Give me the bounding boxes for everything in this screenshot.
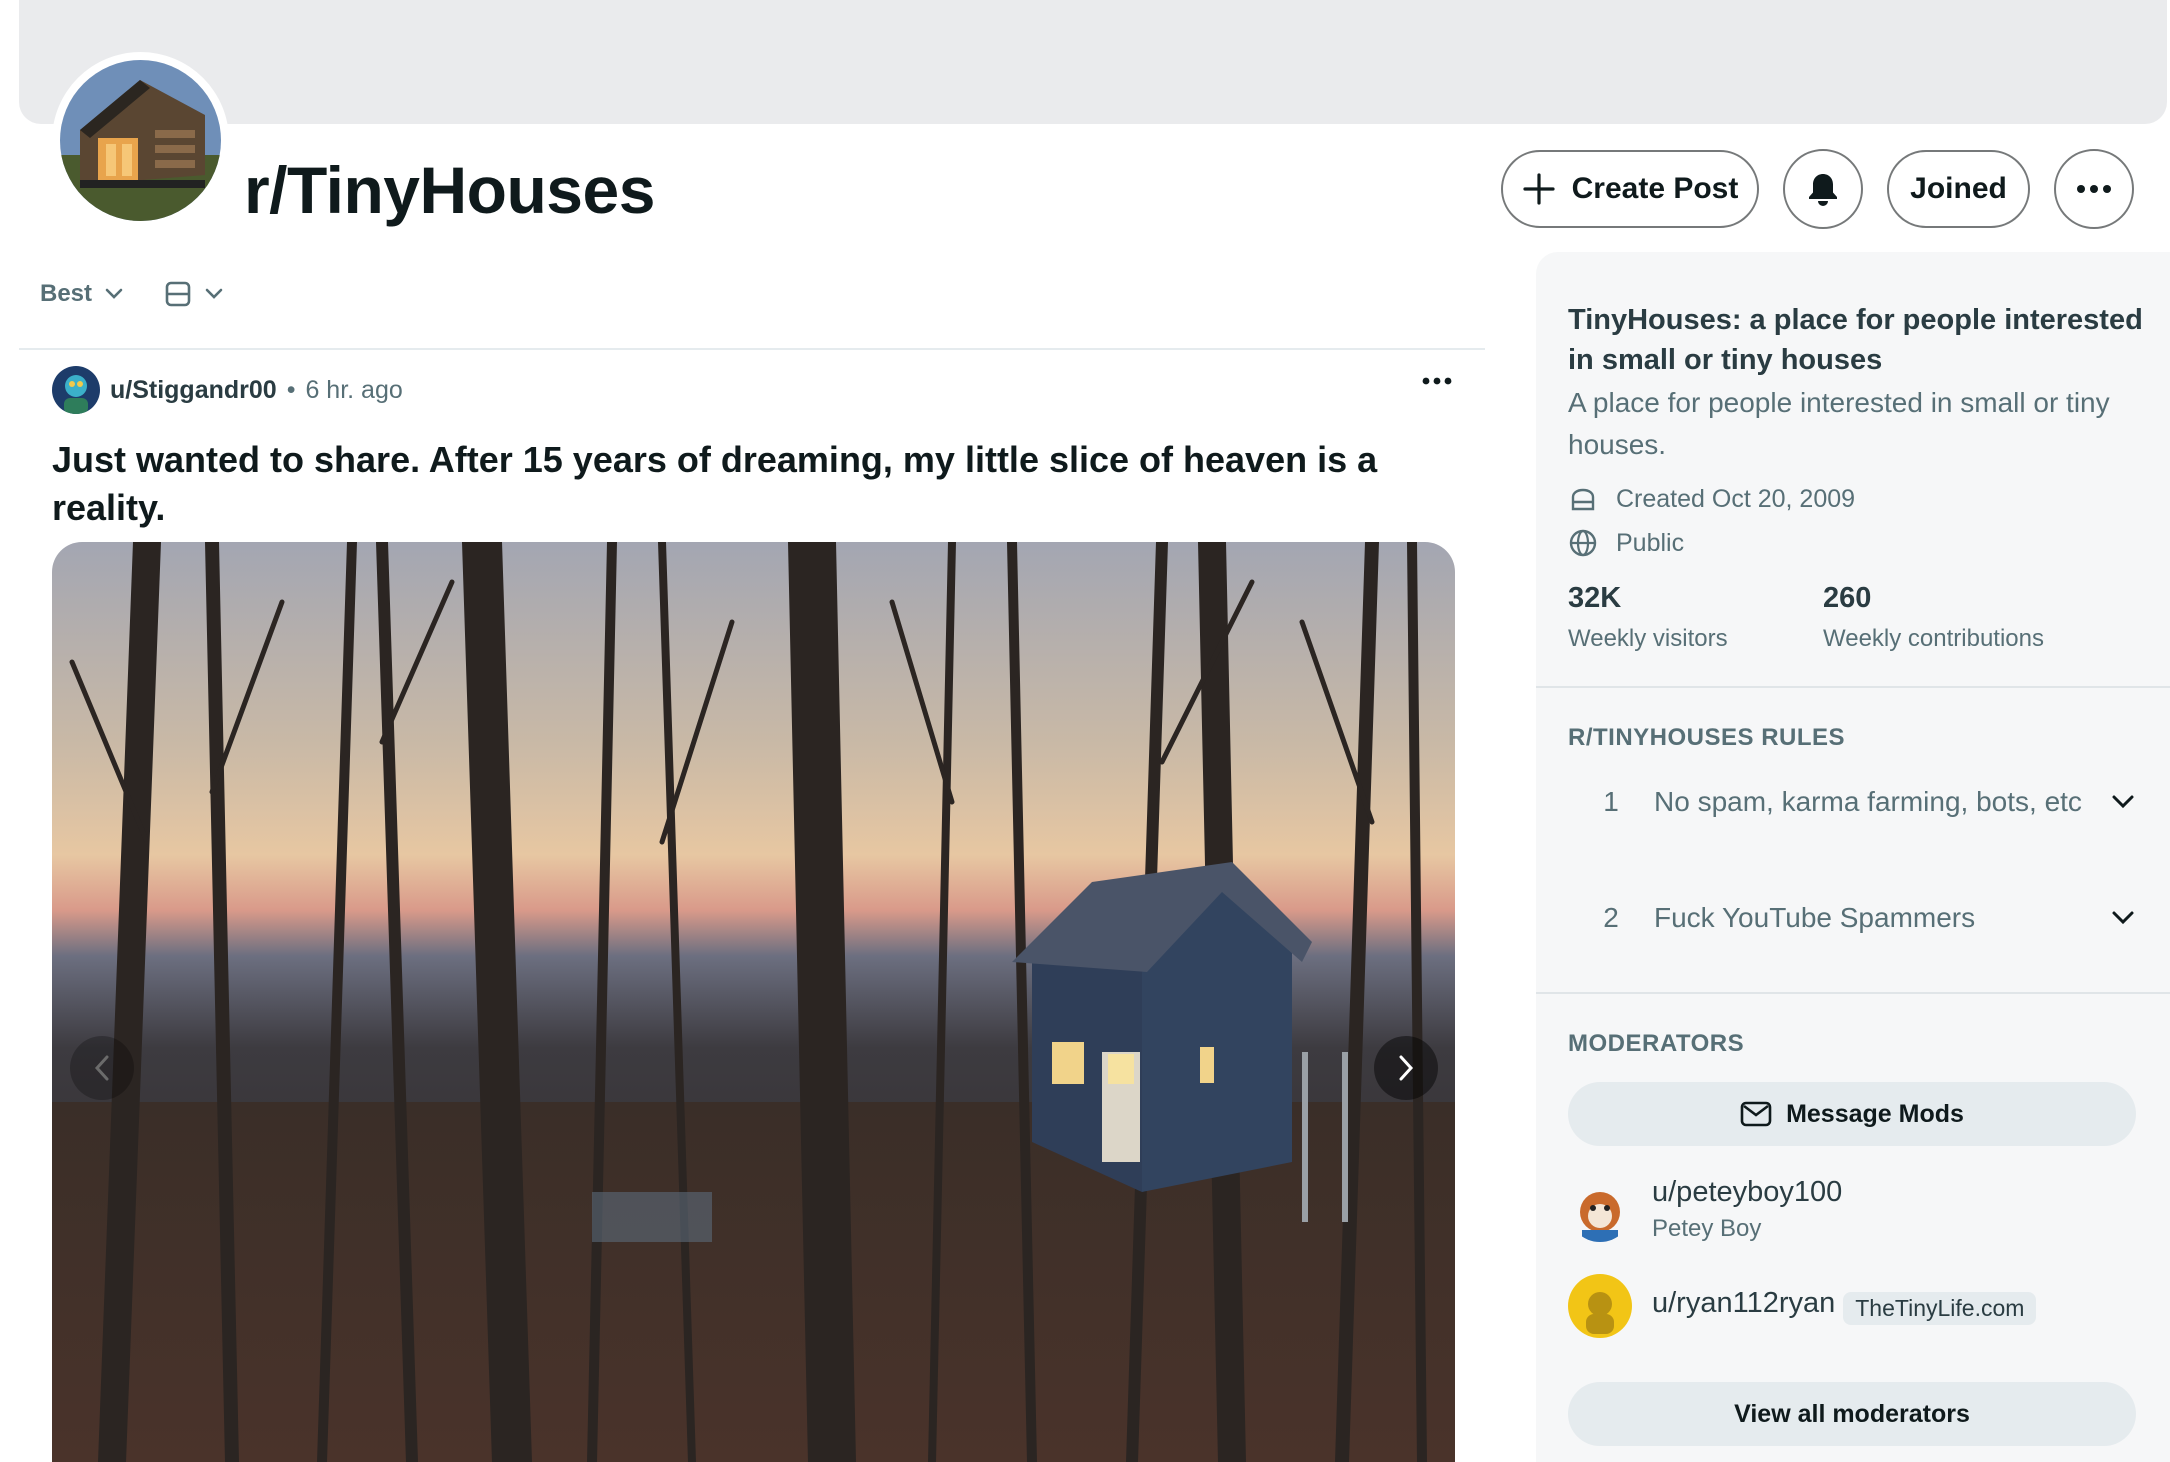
sort-label: Best: [40, 280, 93, 307]
create-post-button[interactable]: Create Post: [1501, 150, 1759, 228]
card-view-icon: [165, 281, 191, 307]
post-time: 6 hr. ago: [305, 375, 403, 404]
moderator-avatar: [1568, 1274, 1632, 1338]
sidebar-divider: [1536, 992, 2170, 994]
post-more-button[interactable]: [1422, 372, 1452, 390]
subreddit-avatar[interactable]: [52, 52, 229, 229]
meta-separator: •: [286, 375, 296, 404]
user-avatar[interactable]: [52, 366, 100, 414]
message-mods-label: Message Mods: [1786, 1099, 1964, 1128]
community-sidebar: TinyHouses: a place for people intereste…: [1536, 252, 2170, 1462]
message-mods-button[interactable]: Message Mods: [1568, 1082, 2136, 1146]
globe-icon: [1569, 529, 1597, 557]
more-options-button[interactable]: [2054, 149, 2134, 229]
stat-value: 260: [1823, 582, 1872, 614]
post-image[interactable]: [52, 542, 1455, 1462]
more-horizontal-icon: [1422, 377, 1452, 385]
view-all-moderators-button[interactable]: View all moderators: [1568, 1382, 2136, 1446]
post-card[interactable]: u/Stiggandr00 • 6 hr. ago Just wanted to…: [52, 364, 1455, 1462]
stat-value: 32K: [1568, 582, 1622, 614]
rule-number: 2: [1603, 902, 1619, 933]
stat-label: Weekly visitors: [1568, 625, 1728, 652]
visibility-row: Public: [1568, 528, 1684, 558]
moderators-heading: MODERATORS: [1568, 1030, 1745, 1057]
sidebar-divider: [1536, 686, 2170, 688]
post-title[interactable]: Just wanted to share. After 15 years of …: [52, 436, 1412, 532]
tiny-house-avatar-icon: [60, 60, 221, 221]
view-dropdown[interactable]: [164, 280, 224, 308]
notification-button[interactable]: [1783, 149, 1863, 229]
chevron-down-icon: [2112, 911, 2134, 925]
created-date: Created Oct 20, 2009: [1616, 484, 1856, 513]
more-horizontal-icon: [2077, 185, 2111, 193]
chevron-down-icon: [2112, 795, 2134, 809]
moderator-flair: TheTinyLife.com: [1843, 1291, 2037, 1325]
created-row: Created Oct 20, 2009: [1568, 484, 1855, 514]
header-actions: Create Post Joined: [1501, 149, 2134, 229]
view-all-label: View all moderators: [1734, 1399, 1970, 1428]
chevron-down-icon: [105, 288, 123, 299]
chevron-right-icon: [1399, 1055, 1414, 1081]
carousel-prev-button[interactable]: [70, 1036, 134, 1100]
moderator-item[interactable]: u/peteyboy100 Petey Boy: [1568, 1176, 1842, 1243]
create-post-label: Create Post: [1571, 172, 1739, 205]
post-meta: u/Stiggandr00 • 6 hr. ago: [52, 364, 1452, 416]
feed-divider: [19, 348, 1485, 350]
rule-item[interactable]: 1 No spam, karma farming, bots, etc: [1568, 782, 2148, 822]
subreddit-title: r/TinyHouses: [244, 153, 655, 227]
plus-icon: [1523, 173, 1555, 205]
moderator-item[interactable]: u/ryan112ryan TheTinyLife.com: [1568, 1274, 2037, 1338]
stat-label: Weekly contributions: [1823, 625, 2044, 652]
rule-text: No spam, karma farming, bots, etc: [1654, 786, 2082, 817]
rules-heading: R/TINYHOUSES RULES: [1568, 724, 1846, 751]
post-author[interactable]: u/Stiggandr00: [110, 376, 277, 405]
stat-weekly-visitors: 32K Weekly visitors: [1568, 582, 1728, 653]
rule-text: Fuck YouTube Spammers: [1654, 902, 1976, 933]
moderator-name: u/peteyboy100: [1652, 1176, 1843, 1208]
bell-icon: [1809, 174, 1837, 206]
community-description: A place for people interested in small o…: [1568, 387, 2110, 460]
sort-dropdown[interactable]: Best: [40, 280, 124, 308]
subreddit-banner: [19, 0, 2167, 124]
rule-number: 1: [1603, 786, 1619, 817]
mail-icon: [1740, 1101, 1772, 1127]
chevron-left-icon: [94, 1055, 109, 1081]
stat-weekly-contributions: 260 Weekly contributions: [1823, 582, 2044, 653]
visibility-label: Public: [1616, 528, 1685, 557]
moderator-subtitle: Petey Boy: [1652, 1215, 1762, 1242]
carousel-next-button[interactable]: [1374, 1036, 1438, 1100]
moderator-avatar: [1568, 1177, 1632, 1242]
chevron-down-icon: [205, 288, 223, 299]
rule-item[interactable]: 2 Fuck YouTube Spammers: [1568, 898, 2148, 938]
community-title: TinyHouses: a place for people intereste…: [1568, 304, 2143, 376]
cake-icon: [1571, 488, 1595, 511]
joined-button[interactable]: Joined: [1887, 150, 2030, 228]
moderator-name: u/ryan112ryan: [1652, 1287, 1836, 1320]
feed-sort-bar: Best: [40, 280, 224, 308]
